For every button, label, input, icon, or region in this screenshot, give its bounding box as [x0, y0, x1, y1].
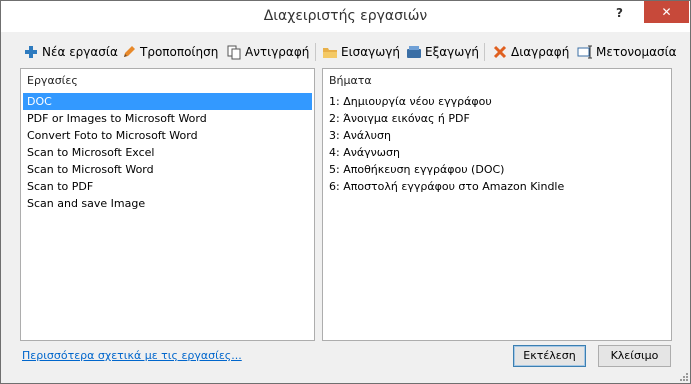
rename-icon	[577, 44, 593, 60]
delete-button[interactable]: Διαγραφή	[492, 43, 569, 61]
delete-label: Διαγραφή	[511, 45, 570, 59]
title-bar: Διαχειριστής εργασιών ? ✕	[1, 1, 690, 32]
step-item[interactable]: 1: Δημιουργία νέου εγγράφου	[323, 93, 671, 110]
toolbar-separator	[484, 43, 485, 61]
more-about-tasks-link[interactable]: Περισσότερα σχετικά με τις εργασίες...	[22, 349, 242, 362]
copy-task-button[interactable]: Αντιγραφή	[226, 43, 309, 61]
tasks-list[interactable]: DOC PDF or Images to Microsoft Word Conv…	[21, 93, 314, 212]
help-button[interactable]: ?	[616, 6, 623, 20]
step-item[interactable]: 2: Άνοιγμα εικόνας ή PDF	[323, 110, 671, 127]
export-label: Εξαγωγή	[425, 45, 480, 59]
task-item[interactable]: Convert Foto to Microsoft Word	[21, 127, 314, 144]
new-task-label: Νέα εργασία	[42, 45, 118, 59]
copy-task-label: Αντιγραφή	[245, 45, 310, 59]
rename-button[interactable]: Μετονομασία	[577, 43, 677, 61]
toolbar-separator	[315, 43, 316, 61]
plus-icon	[23, 44, 39, 60]
task-item[interactable]: DOC	[23, 93, 312, 110]
steps-header: Βήματα	[329, 74, 372, 87]
step-item[interactable]: 6: Αποστολή εγγράφου στο Amazon Kindle	[323, 178, 671, 195]
resize-grip[interactable]	[678, 371, 688, 381]
task-item[interactable]: PDF or Images to Microsoft Word	[21, 110, 314, 127]
task-item[interactable]: Scan to PDF	[21, 178, 314, 195]
steps-panel: Βήματα 1: Δημιουργία νέου εγγράφου 2: Άν…	[322, 68, 672, 341]
steps-list[interactable]: 1: Δημιουργία νέου εγγράφου 2: Άνοιγμα ε…	[323, 93, 671, 195]
import-label: Εισαγωγή	[341, 45, 401, 59]
disk-icon	[406, 44, 422, 60]
edit-task-label: Τροποποίηση	[140, 45, 219, 59]
new-task-button[interactable]: Νέα εργασία	[23, 43, 118, 61]
toolbar: Νέα εργασία Τροποποίηση Αντιγραφή Εισαγω…	[1, 39, 690, 65]
export-button[interactable]: Εξαγωγή	[406, 43, 479, 61]
step-item[interactable]: 4: Ανάγνωση	[323, 144, 671, 161]
window-title: Διαχειριστής εργασιών	[263, 8, 428, 24]
task-item[interactable]: Scan and save Image	[21, 195, 314, 212]
task-item[interactable]: Scan to Microsoft Word	[21, 161, 314, 178]
task-item[interactable]: Scan to Microsoft Excel	[21, 144, 314, 161]
tasks-header: Εργασίες	[27, 74, 78, 87]
edit-task-button[interactable]: Τροποποίηση	[121, 43, 218, 61]
step-item[interactable]: 5: Αποθήκευση εγγράφου (DOC)	[323, 161, 671, 178]
import-button[interactable]: Εισαγωγή	[322, 43, 400, 61]
close-button[interactable]: Κλείσιμο	[598, 345, 671, 367]
task-manager-window: Διαχειριστής εργασιών ? ✕ Νέα εργασία Τρ…	[0, 0, 691, 384]
x-icon	[492, 44, 508, 60]
folder-icon	[322, 44, 338, 60]
rename-label: Μετονομασία	[596, 45, 677, 59]
step-item[interactable]: 3: Ανάλυση	[323, 127, 671, 144]
run-button[interactable]: Εκτέλεση	[513, 345, 586, 367]
tasks-panel: Εργασίες DOC PDF or Images to Microsoft …	[20, 68, 315, 341]
close-window-button[interactable]: ✕	[644, 1, 689, 23]
copy-icon	[226, 44, 242, 60]
pencil-icon	[121, 44, 137, 60]
